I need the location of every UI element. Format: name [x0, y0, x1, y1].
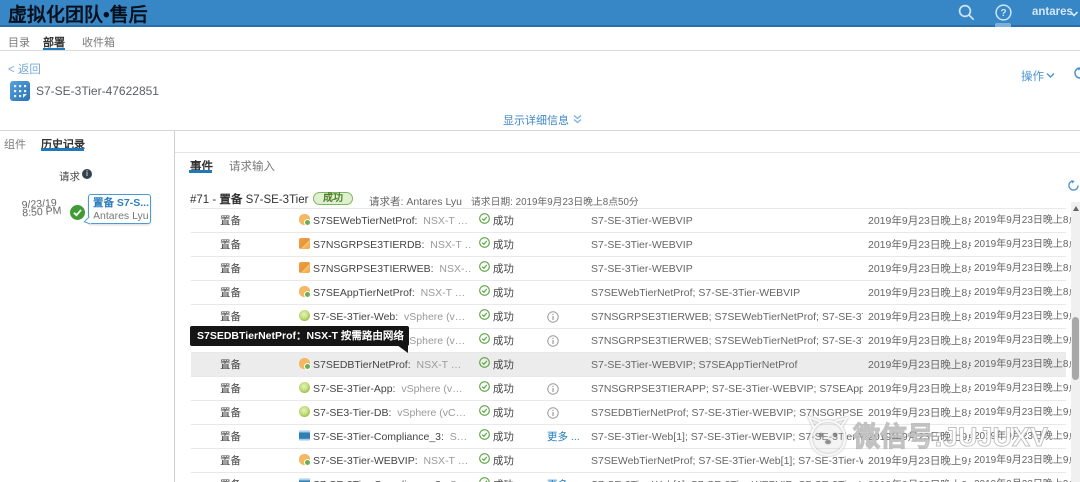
svg-text:?: ? — [1000, 8, 1006, 19]
